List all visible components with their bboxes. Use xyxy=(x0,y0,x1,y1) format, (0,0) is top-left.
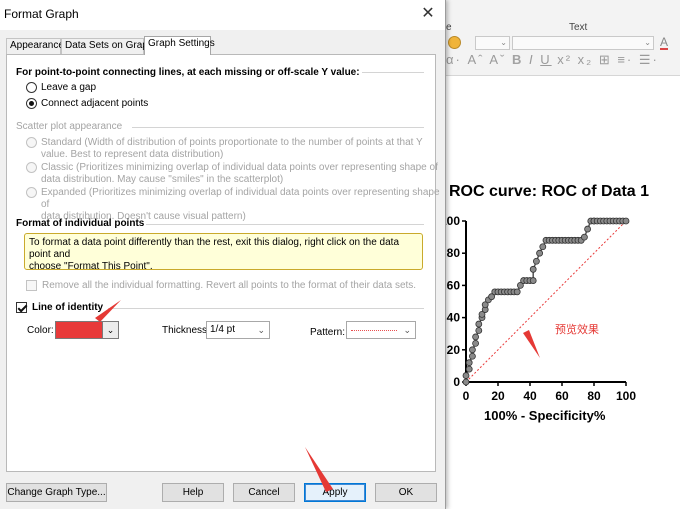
radio-label-line1: Classic (Prioritizes minimizing overlap … xyxy=(41,162,438,173)
y-tick-label: 0 xyxy=(453,375,460,389)
graph-x-axis-label: 100% - Specificity% xyxy=(484,408,606,423)
roc-point xyxy=(465,359,473,367)
font-size-combo[interactable]: ⌄ xyxy=(475,36,510,50)
pattern-select[interactable]: ⌄ xyxy=(346,321,416,339)
x-tick-label: 0 xyxy=(463,389,470,403)
graph-title: ROC curve: ROC of Data 1 xyxy=(449,183,650,200)
thickness-value: 1/4 pt xyxy=(210,324,236,335)
roc-graph: ROC curve: ROC of Data 1 0 20 40 60 80 100 0 20… xyxy=(440,170,680,450)
radio-label: Leave a gap xyxy=(41,82,97,93)
radio-label-line2: data distribution. May cause "smiles" in… xyxy=(41,174,284,185)
roc-point xyxy=(469,346,476,354)
roc-point xyxy=(533,257,540,265)
connecting-lines-heading: For point-to-point connecting lines, at … xyxy=(16,67,360,78)
radio-button[interactable] xyxy=(26,82,37,93)
ribbon-group-label: e xyxy=(446,22,452,33)
divider xyxy=(362,72,424,73)
line-of-identity-checkbox[interactable]: Line of identity xyxy=(16,302,103,313)
help-button[interactable]: Help xyxy=(162,483,224,502)
x-tick-label: 100 xyxy=(616,389,636,403)
roc-point xyxy=(536,249,543,257)
y-tick-label: 40 xyxy=(447,311,461,325)
radio-label-line2: value. Best to represent data distributi… xyxy=(41,149,224,160)
ribbon-circle-icon[interactable] xyxy=(448,36,461,49)
roc-point xyxy=(622,217,630,225)
text-format-icons[interactable]: α· Aˆ Aˇ B I U x² x₂ ⊞ ≡· ☰· xyxy=(446,52,659,68)
tab-data-sets-on-graph[interactable]: Data Sets on Graph xyxy=(61,38,153,54)
cancel-button[interactable]: Cancel xyxy=(233,483,295,502)
divider xyxy=(132,127,424,128)
y-tick-label: 20 xyxy=(447,343,461,357)
color-swatch[interactable] xyxy=(55,321,105,339)
radio-label-line1: Expanded (Prioritizes minimizing overlap… xyxy=(41,187,440,210)
background-ribbon: e Text ⌄ ⌄ A α· Aˆ Aˇ B I U x² x₂ ⊞ ≡· ☰… xyxy=(440,0,680,76)
radio-classic[interactable]: Classic (Prioritizes minimizing overlap … xyxy=(26,162,438,186)
format-point-tip: To format a data point differently than … xyxy=(24,233,423,272)
checkbox-label: Remove all the individual formatting. Re… xyxy=(42,280,417,291)
roc-point xyxy=(475,327,483,334)
roc-point xyxy=(469,352,476,360)
chevron-down-icon: ⌄ xyxy=(403,325,411,335)
roc-point xyxy=(529,265,537,273)
individual-points-heading: Format of individual points xyxy=(16,218,145,229)
divider xyxy=(108,308,424,309)
roc-point xyxy=(472,339,479,347)
chevron-down-icon: ⌄ xyxy=(257,325,265,335)
scatter-appearance-heading: Scatter plot appearance xyxy=(16,121,123,132)
radio-leave-gap[interactable]: Leave a gap xyxy=(26,82,96,94)
color-dropdown-button[interactable]: ⌄ xyxy=(102,321,119,339)
color-label: Color: xyxy=(27,325,54,336)
format-graph-dialog: Format Graph ✕ Appearance Data Sets on G… xyxy=(0,0,446,509)
roc-point xyxy=(462,378,470,386)
roc-point xyxy=(539,243,547,251)
close-icon[interactable]: ✕ xyxy=(419,5,437,23)
tip-line1: To format a data point differently than … xyxy=(29,237,400,260)
tab-graph-settings[interactable]: Graph Settings xyxy=(144,36,215,55)
roc-point xyxy=(529,277,537,284)
y-tick-label: 80 xyxy=(447,246,461,260)
roc-point xyxy=(513,288,521,296)
ribbon-text-group-label: Text xyxy=(569,22,588,33)
apply-button[interactable]: Apply xyxy=(304,483,366,502)
y-tick-label: 60 xyxy=(447,278,461,292)
tab-appearance[interactable]: Appearance xyxy=(6,38,64,54)
dotted-pattern-preview xyxy=(351,330,397,331)
radio-label: Connect adjacent points xyxy=(41,98,149,109)
roc-point xyxy=(475,320,483,328)
change-graph-type-button[interactable]: Change Graph Type... xyxy=(6,483,107,502)
radio-connect-adjacent[interactable]: Connect adjacent points xyxy=(26,98,148,110)
radio-label-line1: Standard (Width of distribution of point… xyxy=(41,137,423,148)
tip-line2: choose "Format This Point". xyxy=(29,261,153,272)
radio-button[interactable] xyxy=(26,98,37,109)
line-of-identity-heading: Line of identity xyxy=(32,302,104,313)
radio-standard[interactable]: Standard (Width of distribution of point… xyxy=(26,137,423,161)
ok-button[interactable]: OK xyxy=(375,483,437,502)
roc-point xyxy=(580,233,588,241)
x-tick-label: 20 xyxy=(491,389,505,403)
roc-point xyxy=(462,372,470,379)
checkbox[interactable] xyxy=(26,280,37,291)
radio-button[interactable] xyxy=(26,187,37,198)
remove-formatting-checkbox[interactable]: Remove all the individual formatting. Re… xyxy=(26,280,416,291)
radio-button[interactable] xyxy=(26,162,37,173)
x-tick-label: 60 xyxy=(555,389,569,403)
roc-point xyxy=(465,365,473,373)
x-tick-label: 40 xyxy=(523,389,537,403)
thickness-select[interactable]: 1/4 pt ⌄ xyxy=(206,321,270,339)
checkbox[interactable] xyxy=(16,302,27,313)
font-color-icon[interactable]: A xyxy=(660,36,669,50)
dialog-title: Format Graph xyxy=(4,7,79,21)
roc-point xyxy=(584,225,592,233)
divider xyxy=(146,224,424,225)
font-name-combo[interactable]: ⌄ xyxy=(512,36,654,50)
x-tick-label: 80 xyxy=(587,389,601,403)
roc-point xyxy=(472,333,479,341)
pattern-label: Pattern: xyxy=(310,327,346,338)
thickness-label: Thickness: xyxy=(162,325,210,336)
dialog-title-bar: Format Graph ✕ xyxy=(0,0,445,30)
radio-button[interactable] xyxy=(26,137,37,148)
